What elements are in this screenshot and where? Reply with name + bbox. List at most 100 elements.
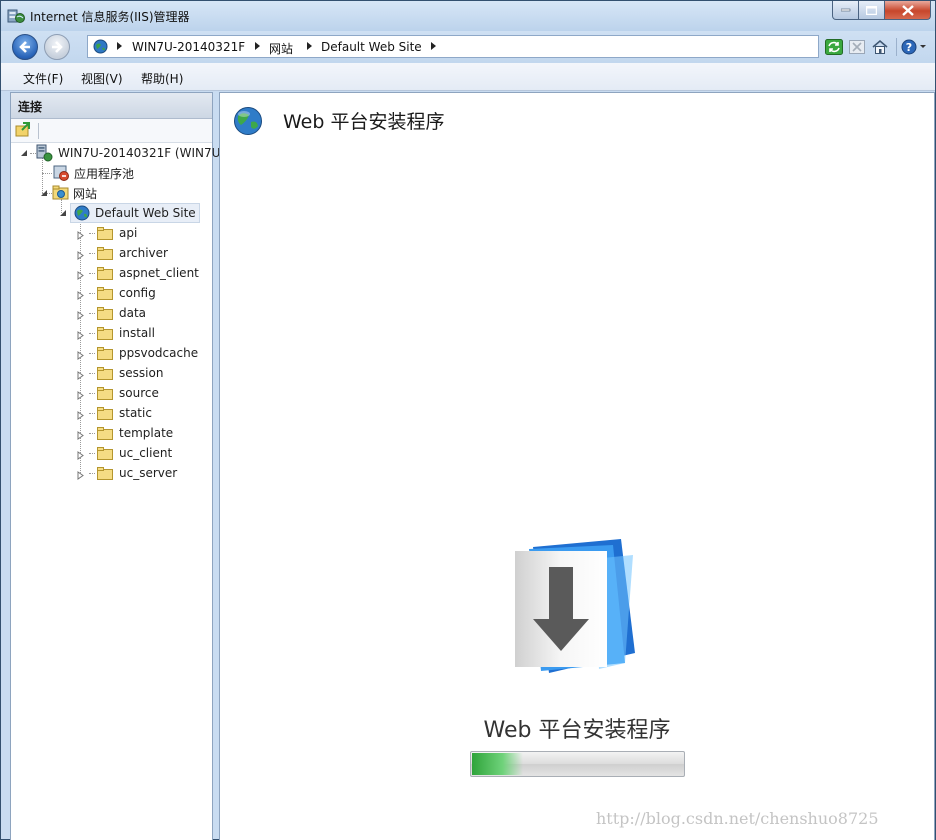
collapsed-arrow-icon[interactable] <box>77 450 84 460</box>
folder-icon <box>97 466 113 480</box>
refresh-icon[interactable] <box>824 37 844 57</box>
collapsed-arrow-icon[interactable] <box>77 330 84 340</box>
maximize-button[interactable] <box>859 1 885 20</box>
collapsed-arrow-icon[interactable] <box>77 270 84 280</box>
expand-arrow-icon[interactable] <box>19 148 29 158</box>
folder-label: archiver <box>119 246 168 260</box>
loading-progress-bar <box>470 751 685 777</box>
connect-icon[interactable] <box>15 122 31 141</box>
folder-label: static <box>119 406 152 420</box>
collapsed-arrow-icon[interactable] <box>77 250 84 260</box>
collapsed-arrow-icon[interactable] <box>77 350 84 360</box>
folder-label: aspnet_client <box>119 266 199 280</box>
tree-node-folder[interactable]: aspnet_client <box>77 263 199 283</box>
app-pools-icon <box>53 165 69 181</box>
forward-button[interactable] <box>44 34 70 60</box>
menu-help[interactable]: 帮助(H) <box>141 70 183 87</box>
folder-icon <box>97 446 113 460</box>
folder-label: ppsvodcache <box>119 346 199 360</box>
default-web-site-label: Default Web Site <box>95 206 196 220</box>
tree-node-folder[interactable]: archiver <box>77 243 168 263</box>
minimize-button[interactable] <box>832 1 859 20</box>
menu-file[interactable]: 文件(F) <box>23 70 63 87</box>
breadcrumb-separator-icon[interactable] <box>255 42 260 50</box>
watermark-text: http://blog.csdn.net/chenshuo8725 <box>596 809 879 828</box>
breadcrumb-server[interactable]: WIN7U-20140321F <box>132 40 245 54</box>
breadcrumb-separator-icon[interactable] <box>117 42 122 50</box>
tree-node-default-web-site[interactable]: Default Web Site <box>58 203 200 223</box>
breadcrumb-default-web-site[interactable]: Default Web Site <box>321 40 422 54</box>
folder-label: session <box>119 366 164 380</box>
menu-bar: 文件(F) 视图(V) 帮助(H) <box>1 63 935 91</box>
stop-icon[interactable] <box>847 37 867 57</box>
folder-icon <box>97 426 113 440</box>
tree-node-folder[interactable]: ppsvodcache <box>77 343 198 363</box>
page-title: Web 平台安装程序 <box>283 111 445 133</box>
selected-node-highlight[interactable]: Default Web Site <box>70 203 200 223</box>
collapsed-arrow-icon[interactable] <box>77 230 84 240</box>
tree-node-folder[interactable]: source <box>77 383 159 403</box>
connections-panel: 连接 WIN7U-20140321F (WIN7U 应用程序池 网站 Defau… <box>10 92 220 840</box>
progress-fill <box>472 753 523 775</box>
collapsed-arrow-icon[interactable] <box>77 370 84 380</box>
tree-node-folder[interactable]: uc_server <box>77 463 177 483</box>
iis-manager-icon <box>7 7 25 25</box>
expand-arrow-icon[interactable] <box>58 208 68 218</box>
menu-view[interactable]: 视图(V) <box>81 70 123 87</box>
tree-node-folder[interactable]: uc_client <box>77 443 172 463</box>
collapsed-arrow-icon[interactable] <box>77 430 84 440</box>
tree-node-folder[interactable]: data <box>77 303 146 323</box>
globe-icon <box>233 106 263 139</box>
close-button[interactable] <box>885 1 931 20</box>
folder-label: uc_server <box>119 466 178 480</box>
tree-node-folder[interactable]: config <box>77 283 156 303</box>
tree-node-sites[interactable]: 网站 <box>39 183 97 203</box>
tree-node-server[interactable]: WIN7U-20140321F (WIN7U <box>19 143 220 163</box>
folder-label: install <box>119 326 155 340</box>
help-icon[interactable]: ? <box>900 37 928 57</box>
title-bar[interactable]: Internet 信息服务(IIS)管理器 <box>1 1 935 31</box>
svg-text:?: ? <box>906 41 912 54</box>
collapsed-arrow-icon[interactable] <box>77 310 84 320</box>
breadcrumb-separator-icon[interactable] <box>431 42 436 50</box>
collapsed-arrow-icon[interactable] <box>77 290 84 300</box>
server-label: WIN7U-20140321F (WIN7U <box>58 146 221 160</box>
folder-icon <box>97 286 113 300</box>
installer-label: Web 平台安装程序 <box>483 718 671 743</box>
toolbar-separator <box>38 123 39 139</box>
connections-header: 连接 <box>11 93 212 119</box>
folder-icon <box>97 266 113 280</box>
folder-icon <box>97 326 113 340</box>
sites-label: 网站 <box>73 186 98 201</box>
folder-icon <box>97 226 113 240</box>
folder-icon <box>97 306 113 320</box>
globe-icon <box>93 39 108 57</box>
tree-node-folder[interactable]: static <box>77 403 152 423</box>
globe-icon <box>74 205 90 221</box>
main-content-panel: Web 平台安装程序 Web 平台安装程序 <box>219 92 935 840</box>
folder-icon <box>97 246 113 260</box>
tree-node-app-pools[interactable]: 应用程序池 <box>52 163 134 183</box>
tree-connector <box>42 173 52 174</box>
collapsed-arrow-icon[interactable] <box>77 410 84 420</box>
folder-label: template <box>119 426 174 440</box>
server-icon <box>36 144 53 162</box>
back-button[interactable] <box>12 34 38 60</box>
collapsed-arrow-icon[interactable] <box>77 470 84 480</box>
tree-node-folder[interactable]: template <box>77 423 173 443</box>
folder-label: uc_client <box>119 446 173 460</box>
collapsed-arrow-icon[interactable] <box>77 390 84 400</box>
address-bar[interactable]: WIN7U-20140321F 网站 Default Web Site <box>87 35 819 58</box>
folder-icon <box>97 386 113 400</box>
sites-folder-icon <box>52 185 69 200</box>
folder-label: source <box>119 386 159 400</box>
tree-node-folder[interactable]: install <box>77 323 155 343</box>
tree-node-folder[interactable]: api <box>77 223 137 243</box>
folder-label: api <box>119 226 138 240</box>
home-icon[interactable] <box>870 37 890 57</box>
tree-node-folder[interactable]: session <box>77 363 163 383</box>
breadcrumb-separator-icon[interactable] <box>307 42 312 50</box>
expand-arrow-icon[interactable] <box>39 188 49 198</box>
web-platform-installer-icon <box>515 539 635 673</box>
breadcrumb-sites[interactable]: 网站 <box>269 40 293 57</box>
